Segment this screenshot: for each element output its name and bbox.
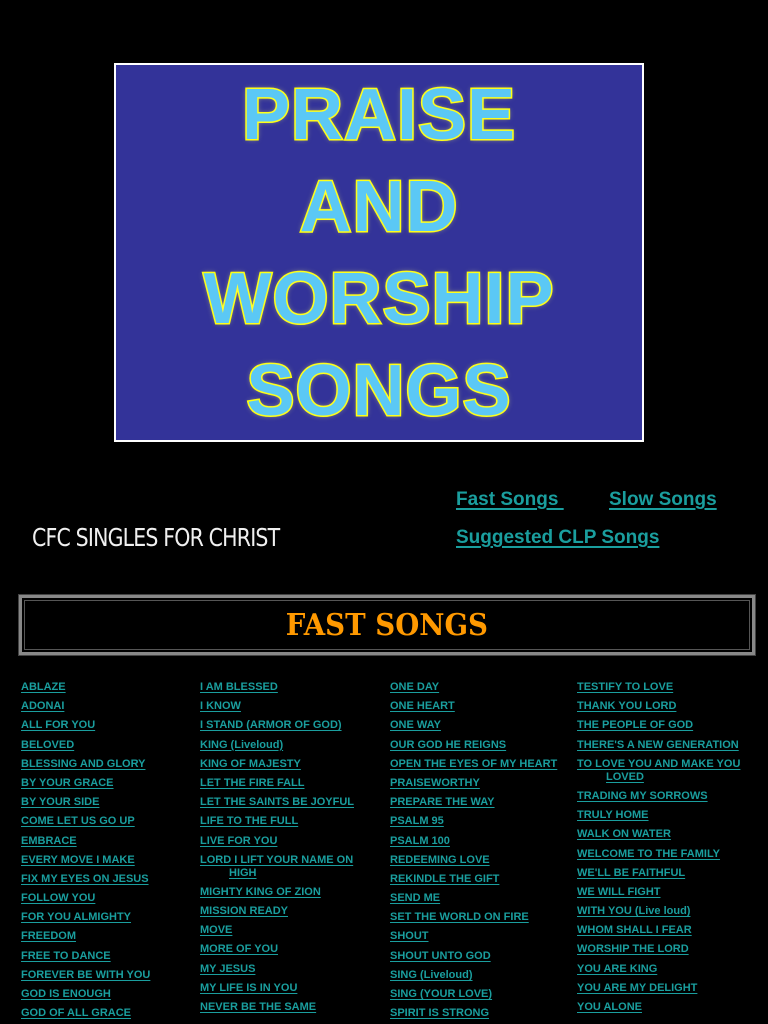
song-link[interactable]: FOR YOU ALMIGHTY	[21, 911, 150, 924]
song-link[interactable]: SPIRIT IS STRONG	[390, 1007, 557, 1020]
song-link[interactable]: GOD IS ENOUGH	[21, 988, 150, 1001]
cfc-logo: CFC SINGLES FOR CHRIST	[26, 515, 282, 559]
song-link[interactable]: THERE'S A NEW GENERATION	[577, 739, 740, 752]
song-link[interactable]: LIFE TO THE FULL	[200, 815, 354, 828]
fast-songs-link[interactable]: Fast Songs	[456, 489, 564, 511]
banner-line-3: WORSHIP	[202, 257, 555, 340]
song-link[interactable]: MORE OF YOU	[200, 943, 354, 956]
song-link[interactable]: MY LIFE IS IN YOU	[200, 982, 354, 995]
song-link[interactable]: TRULY HOME	[577, 809, 740, 822]
song-link[interactable]: YOU ARE MY DELIGHT	[577, 982, 740, 995]
song-link[interactable]: MIGHTY KING OF ZION	[200, 886, 354, 899]
song-link[interactable]: EMBRACE	[21, 835, 150, 848]
song-link[interactable]: BLESSING AND GLORY	[21, 758, 150, 771]
song-link[interactable]: YOU ALONE	[577, 1001, 740, 1014]
slow-songs-link[interactable]: Slow Songs	[609, 489, 717, 511]
song-link[interactable]: FOREVER BE WITH YOU	[21, 969, 150, 982]
song-link[interactable]: SHOUT	[390, 930, 557, 943]
section-header-box: FAST SONGS	[18, 594, 756, 656]
song-link[interactable]: WITH YOU (Live loud)	[577, 905, 740, 918]
song-link[interactable]: SEND ME	[390, 892, 557, 905]
song-title-line: HIGH	[229, 866, 257, 879]
song-link[interactable]: BELOVED	[21, 739, 150, 752]
song-link[interactable]: WELCOME TO THE FAMILY	[577, 848, 740, 861]
song-link[interactable]: ADONAI	[21, 700, 150, 713]
song-link[interactable]: LET THE FIRE FALL	[200, 777, 354, 790]
song-title-line: LOVED	[606, 770, 644, 783]
song-link[interactable]: WE'LL BE FAITHFUL	[577, 867, 740, 880]
song-column-1: ABLAZE ADONAI ALL FOR YOU BELOVED BLESSING A…	[21, 681, 150, 1024]
song-link[interactable]: PRAISEWORTHY	[390, 777, 557, 790]
song-column-4: TESTIFY TO LOVE THANK YOU LORD THE PEOPLE …	[577, 681, 740, 1020]
song-link[interactable]: LORD I LIFT YOUR NAME ON HIGH	[200, 854, 354, 880]
song-title-line: LORD I LIFT YOUR NAME ON	[200, 853, 354, 866]
section-title: FAST SONGS	[285, 607, 489, 643]
song-link[interactable]: TRADING MY SORROWS	[577, 790, 740, 803]
song-link[interactable]: ONE HEART	[390, 700, 557, 713]
song-link[interactable]: NEVER BE THE SAME	[200, 1001, 354, 1014]
song-link[interactable]: LET THE SAINTS BE JOYFUL	[200, 796, 354, 809]
song-link[interactable]: SING (Liveloud)	[390, 969, 557, 982]
song-link[interactable]: LIVE FOR YOU	[200, 835, 354, 848]
song-link[interactable]: ONE DAY	[390, 681, 557, 694]
song-link[interactable]: MOVE	[200, 924, 354, 937]
song-link[interactable]: GOD OF ALL GRACE	[21, 1007, 150, 1020]
song-link[interactable]: TO LOVE YOU AND MAKE YOU LOVED	[577, 758, 740, 784]
song-link[interactable]: MISSION READY	[200, 905, 354, 918]
song-link[interactable]: KING (Liveloud)	[200, 739, 354, 752]
song-link[interactable]: BY YOUR SIDE	[21, 796, 150, 809]
song-link[interactable]: OPEN THE EYES OF MY HEART	[390, 758, 557, 771]
song-title-line: TO LOVE YOU AND MAKE YOU	[577, 757, 741, 770]
song-link[interactable]: WE WILL FIGHT	[577, 886, 740, 899]
song-link[interactable]: WORSHIP THE LORD	[577, 943, 740, 956]
banner-line-1: PRAISE	[240, 73, 517, 156]
song-link[interactable]: FOLLOW YOU	[21, 892, 150, 905]
song-link[interactable]: MY JESUS	[200, 963, 354, 976]
song-link[interactable]: THANK YOU LORD	[577, 700, 740, 713]
song-link[interactable]: OUR GOD HE REIGNS	[390, 739, 557, 752]
song-link[interactable]: SING (YOUR LOVE)	[390, 988, 557, 1001]
song-link[interactable]: THE PEOPLE OF GOD	[577, 719, 740, 732]
banner-line-4: SONGS	[245, 349, 512, 432]
song-link[interactable]: REKINDLE THE GIFT	[390, 873, 557, 886]
song-link[interactable]: ABLAZE	[21, 681, 150, 694]
song-link[interactable]: WHOM SHALL I FEAR	[577, 924, 740, 937]
song-link[interactable]: TESTIFY TO LOVE	[577, 681, 740, 694]
song-link[interactable]: ALL FOR YOU	[21, 719, 150, 732]
banner-line-2: AND	[298, 165, 459, 248]
song-link[interactable]: PSALM 100	[390, 835, 557, 848]
song-link[interactable]: ONE WAY	[390, 719, 557, 732]
song-link[interactable]: SET THE WORLD ON FIRE	[390, 911, 557, 924]
song-link[interactable]: FIX MY EYES ON JESUS	[21, 873, 150, 886]
title-banner: PRAISE AND WORSHIP SONGS	[114, 63, 644, 442]
song-link[interactable]: PREPARE THE WAY	[390, 796, 557, 809]
song-link[interactable]: REDEEMING LOVE	[390, 854, 557, 867]
song-link[interactable]: I STAND (ARMOR OF GOD)	[200, 719, 354, 732]
song-column-2: I AM BLESSED I KNOW I STAND (ARMOR OF GOD)…	[200, 681, 354, 1020]
logo-text: CFC SINGLES FOR CHRIST	[32, 522, 280, 552]
song-link[interactable]: BY YOUR GRACE	[21, 777, 150, 790]
song-column-3: ONE DAY ONE HEART ONE WAY OUR GOD HE REIGNS…	[390, 681, 557, 1024]
song-link[interactable]: COME LET US GO UP	[21, 815, 150, 828]
song-link[interactable]: WALK ON WATER	[577, 828, 740, 841]
song-link[interactable]: KING OF MAJESTY	[200, 758, 354, 771]
suggested-clp-songs-link[interactable]: Suggested CLP Songs	[456, 527, 659, 549]
song-link[interactable]: YOU ARE KING	[577, 963, 740, 976]
song-link[interactable]: I KNOW	[200, 700, 354, 713]
song-link[interactable]: PSALM 95	[390, 815, 557, 828]
song-link[interactable]: EVERY MOVE I MAKE	[21, 854, 150, 867]
song-link[interactable]: FREEDOM	[21, 930, 150, 943]
song-link[interactable]: SHOUT UNTO GOD	[390, 950, 557, 963]
song-link[interactable]: FREE TO DANCE	[21, 950, 150, 963]
song-link[interactable]: I AM BLESSED	[200, 681, 354, 694]
